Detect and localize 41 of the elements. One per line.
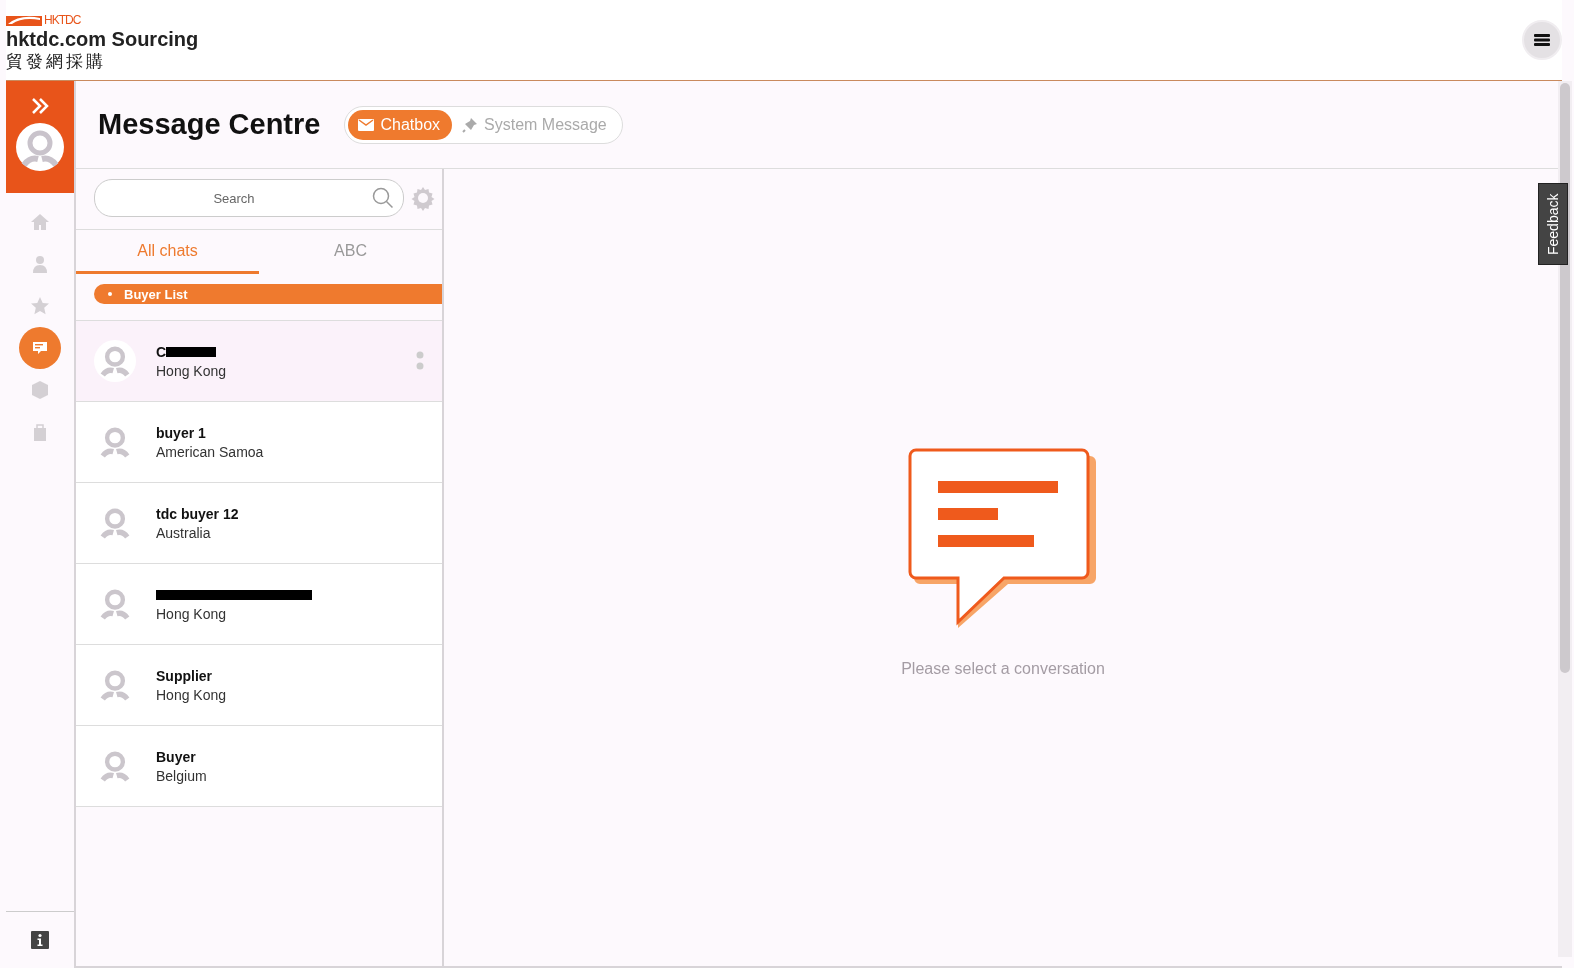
logo-text: HKTDC	[44, 13, 81, 27]
scrollbar[interactable]	[1558, 81, 1572, 957]
contact-item[interactable]: Supplier Hong Kong	[76, 645, 442, 726]
avatar-icon	[16, 123, 64, 171]
empty-state-message: Please select a conversation	[901, 659, 1105, 678]
contact-name: tdc buyer 12	[156, 506, 239, 522]
contact-country: Hong Kong	[156, 606, 228, 622]
contact-name: C	[156, 344, 167, 360]
home-icon[interactable]	[30, 212, 50, 232]
brand-name: hktdc.com Sourcing	[6, 27, 199, 51]
contact-name: buyer 1	[156, 425, 206, 441]
more-options-icon[interactable]	[416, 351, 424, 371]
avatar-icon	[94, 340, 136, 382]
contact-item[interactable]: Buyer Belgium	[76, 726, 442, 807]
cube-icon[interactable]	[30, 380, 50, 400]
brand-chinese-name: 貿發網採購	[6, 51, 107, 71]
page-title: Message Centre	[98, 108, 321, 141]
menu-icon	[1534, 33, 1550, 47]
menu-button[interactable]	[1522, 20, 1562, 60]
contact-country: Hong Kong	[156, 363, 228, 379]
nav-item-active[interactable]	[19, 327, 61, 369]
contact-item[interactable]: Hong Kong	[76, 564, 442, 645]
info-icon[interactable]	[31, 931, 49, 949]
feedback-tab[interactable]: Feedback	[1538, 183, 1568, 265]
contact-country: American Samoa	[156, 444, 265, 460]
contact-item[interactable]: tdc buyer 12 Australia	[76, 483, 442, 564]
contact-country: Belgium	[156, 768, 208, 784]
contact-country: Hong Kong	[156, 687, 228, 703]
settings-icon[interactable]	[410, 185, 436, 211]
contact-item[interactable]: buyer 1 American Samoa	[76, 402, 442, 483]
person-icon[interactable]	[30, 254, 50, 274]
search-icon	[372, 187, 394, 209]
contact-country: Australia	[156, 525, 212, 541]
contact-item[interactable]: C Hong Kong	[76, 321, 442, 402]
contact-name: Buyer	[156, 749, 196, 765]
contact-name: Supplier	[156, 668, 212, 684]
group-title: Buyer List	[124, 286, 188, 302]
search-field[interactable]: Search	[94, 179, 404, 217]
expand-chevron-icon[interactable]	[30, 97, 50, 115]
mail-icon	[358, 118, 375, 131]
star-icon[interactable]	[30, 296, 50, 316]
